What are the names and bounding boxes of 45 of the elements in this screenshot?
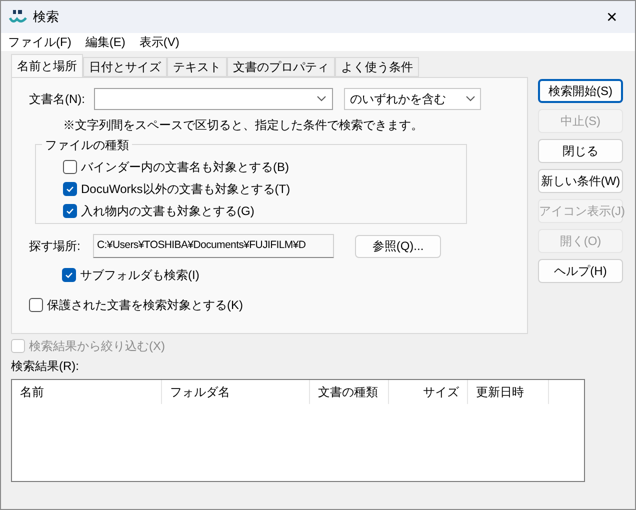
match-dropdown[interactable]: のいずれかを含む: [344, 88, 481, 110]
checkbox[interactable]: [63, 160, 77, 174]
menu-item[interactable]: 表示(V): [139, 33, 180, 51]
checkbox-label: 入れ物内の文書も対象とする(G): [81, 203, 254, 220]
group-title: ファイルの種類: [42, 136, 132, 154]
tab[interactable]: 文書のプロパティ: [227, 57, 335, 77]
window-title: 検索: [33, 8, 59, 26]
chevron-icon: [466, 96, 475, 102]
menu-item[interactable]: 編集(E): [85, 33, 126, 51]
checkbox-label: 保護された文書を検索対象とする(K): [47, 297, 243, 314]
browse-button[interactable]: 参照(Q)...: [355, 234, 441, 258]
dialog-button[interactable]: 検索開始(S): [538, 79, 623, 103]
checkbox[interactable]: [63, 204, 77, 218]
chevron-icon: [317, 96, 326, 102]
checkbox-label: バインダー内の文書名も対象とする(B): [81, 159, 289, 176]
tab[interactable]: テキスト: [167, 57, 227, 77]
dialog-button[interactable]: ヘルプ(H): [538, 259, 623, 283]
menu-item[interactable]: ファイル(F): [8, 33, 72, 51]
field-label: 文書名(N):: [29, 91, 86, 108]
checkbox[interactable]: [62, 268, 76, 282]
results-label: 検索結果(R):: [10, 358, 80, 375]
dialog-button[interactable]: 新しい条件(W): [538, 169, 623, 193]
app-logo-icon: [9, 9, 27, 25]
column-header[interactable]: 更新日時: [468, 380, 549, 404]
checkbox-label: 検索結果から絞り込む(X): [29, 338, 165, 355]
column-header[interactable]: 名前: [12, 380, 162, 404]
column-header[interactable]: サイズ: [389, 380, 468, 404]
tab[interactable]: 名前と場所: [11, 54, 83, 77]
column-header[interactable]: 文書の種類: [310, 380, 389, 404]
field-label: 探す場所:: [29, 238, 82, 255]
checkbox-label: DocuWorks以外の文書も対象とする(T): [81, 181, 290, 198]
check-icon: [64, 270, 74, 280]
tab[interactable]: 日付とサイズ: [83, 57, 167, 77]
checkbox[interactable]: [63, 182, 77, 196]
location-field[interactable]: C:¥Users¥TOSHIBA¥Documents¥FUJIFILM¥D: [93, 234, 334, 258]
check-icon: [65, 184, 75, 194]
column-header[interactable]: フォルダ名: [162, 380, 310, 404]
dialog-button[interactable]: 閉じる: [538, 139, 623, 163]
checkbox[interactable]: [29, 298, 43, 312]
tab[interactable]: よく使う条件: [335, 57, 419, 77]
close-button[interactable]: ✕: [589, 1, 635, 33]
check-icon: [65, 206, 75, 216]
name-combo-box[interactable]: [94, 88, 333, 110]
checkbox-label: サブフォルダも検索(I): [80, 267, 200, 284]
hint-text: ※文字列間をスペースで区切ると、指定した条件で検索できます。: [63, 117, 424, 134]
